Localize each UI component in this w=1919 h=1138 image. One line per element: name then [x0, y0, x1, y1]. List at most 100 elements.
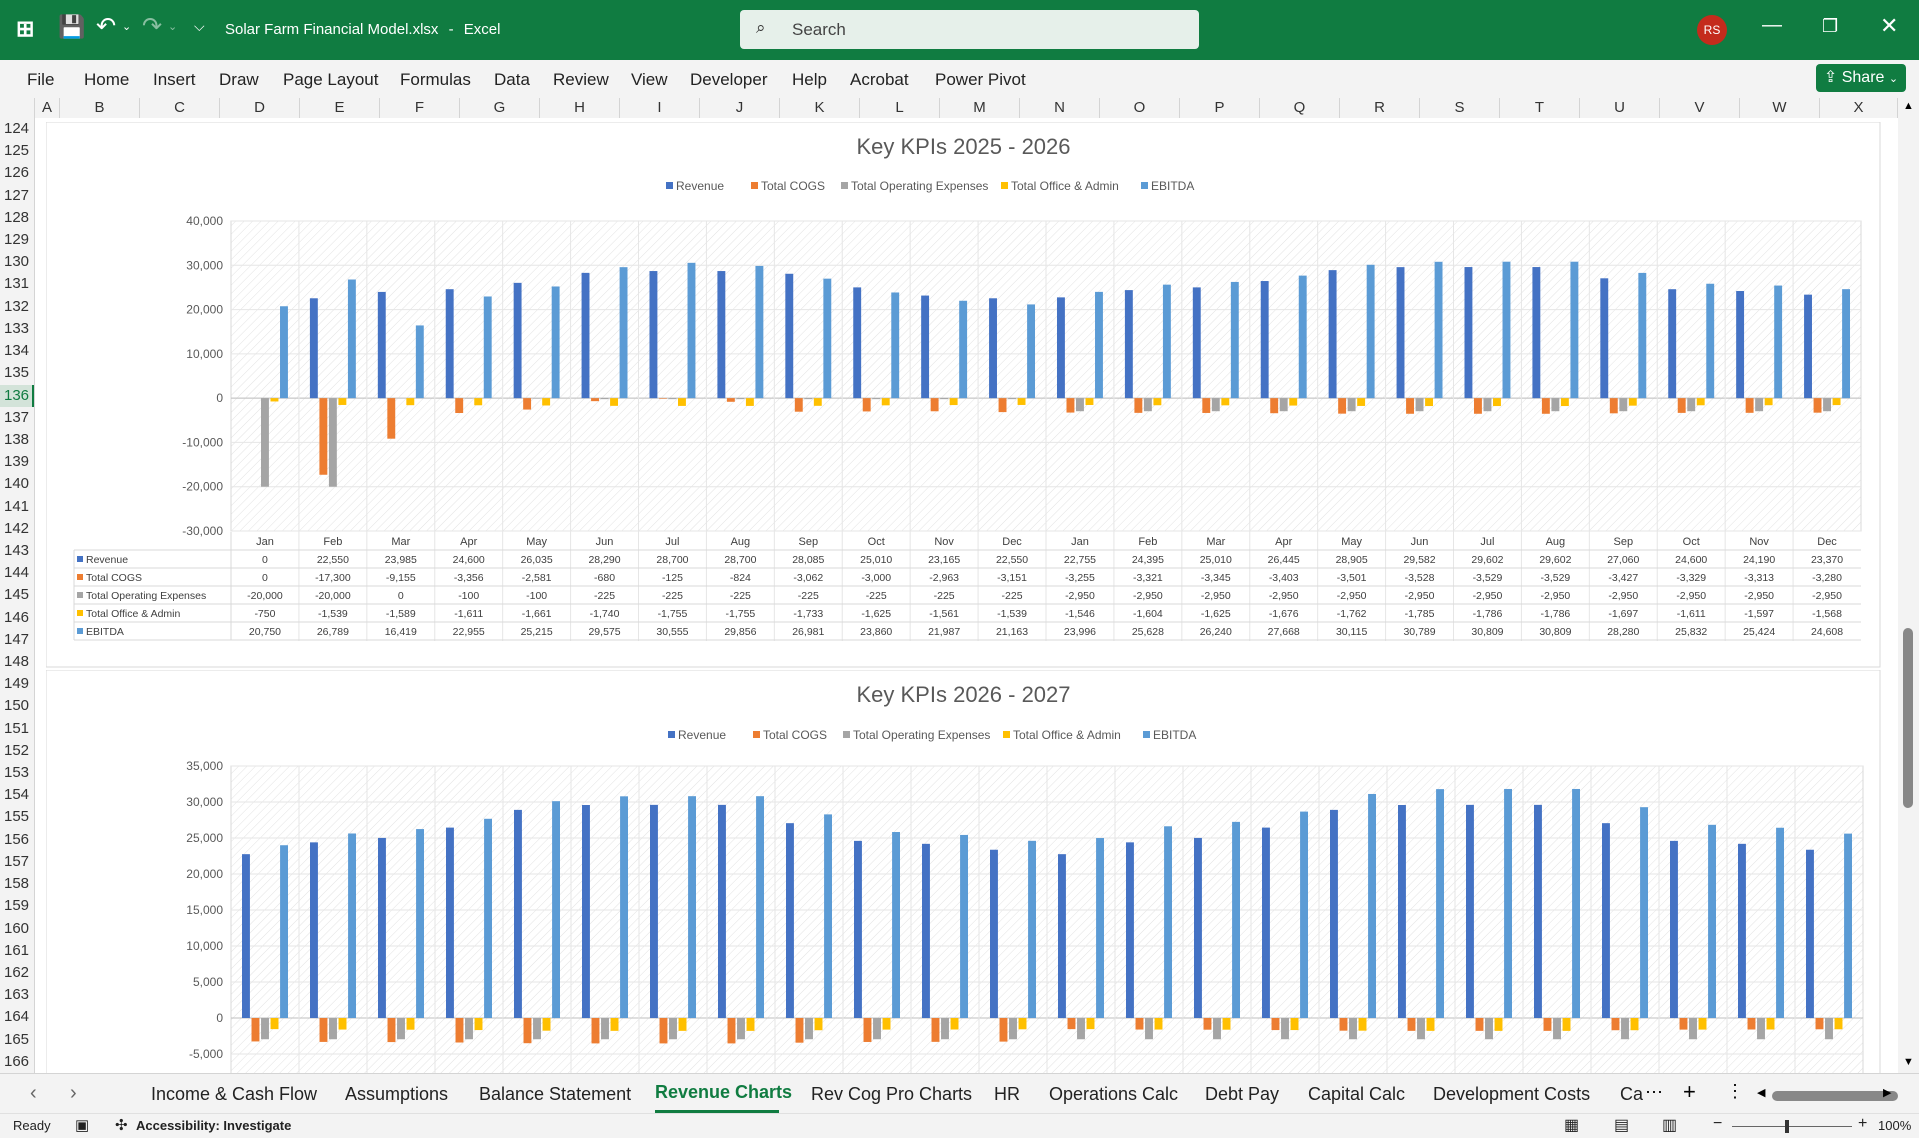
bar-revenue[interactable]	[854, 841, 862, 1018]
bar-total-office-admin[interactable]	[1087, 1018, 1095, 1029]
bar-total-office-admin[interactable]	[406, 398, 414, 405]
bar-total-operating-expenses[interactable]	[1008, 398, 1016, 399]
bar-total-operating-expenses[interactable]	[1485, 1018, 1493, 1039]
page-break-view-icon[interactable]: ▥	[1662, 1115, 1677, 1135]
row-header[interactable]: 158	[0, 873, 34, 895]
bar-total-office-admin[interactable]	[1563, 1018, 1571, 1031]
column-header[interactable]: X	[1820, 98, 1898, 118]
bar-ebitda[interactable]	[552, 286, 560, 398]
bar-revenue[interactable]	[1738, 844, 1746, 1018]
avatar[interactable]: RS	[1697, 15, 1727, 45]
bar-ebitda[interactable]	[1027, 304, 1035, 398]
bar-ebitda[interactable]	[1367, 265, 1375, 398]
add-sheet-icon[interactable]: +	[1683, 1079, 1696, 1105]
row-header[interactable]: 143	[0, 540, 34, 562]
bar-total-cogs[interactable]	[1338, 398, 1346, 414]
bar-total-office-admin[interactable]	[951, 1018, 959, 1029]
bar-total-cogs[interactable]	[252, 1018, 260, 1041]
bar-total-office-admin[interactable]	[1153, 398, 1161, 405]
bar-total-cogs[interactable]	[1544, 1018, 1552, 1031]
row-header[interactable]: 126	[0, 162, 34, 184]
bar-total-office-admin[interactable]	[542, 398, 550, 405]
bar-revenue[interactable]	[378, 292, 386, 398]
bar-ebitda[interactable]	[1844, 834, 1852, 1018]
row-header[interactable]: 161	[0, 940, 34, 962]
bar-total-operating-expenses[interactable]	[1348, 398, 1356, 411]
scroll-thumb[interactable]	[1903, 628, 1913, 808]
bar-total-office-admin[interactable]	[271, 398, 279, 401]
bar-total-operating-expenses[interactable]	[1077, 1018, 1085, 1039]
vertical-scrollbar[interactable]: ▲ ▼	[1898, 98, 1919, 1073]
bar-ebitda[interactable]	[824, 814, 832, 1018]
bar-total-operating-expenses[interactable]	[1687, 398, 1695, 411]
column-header[interactable]: O	[1100, 98, 1180, 118]
bar-revenue[interactable]	[1058, 854, 1066, 1018]
bar-revenue[interactable]	[310, 298, 318, 398]
bar-total-operating-expenses[interactable]	[1755, 398, 1763, 411]
save-icon[interactable]: 💾	[58, 14, 85, 40]
chart-key-kpis-2026-2027[interactable]: Key KPIs 2026 - 2027RevenueTotal COGSTot…	[46, 670, 1881, 1073]
bar-total-cogs[interactable]	[523, 398, 531, 409]
column-header[interactable]: Q	[1260, 98, 1340, 118]
bar-total-office-admin[interactable]	[1493, 398, 1501, 406]
bar-total-operating-expenses[interactable]	[397, 1018, 405, 1039]
menu-view[interactable]: View	[631, 70, 668, 90]
bar-total-cogs[interactable]	[728, 1018, 736, 1043]
bar-ebitda[interactable]	[1503, 262, 1511, 398]
hscroll-right-icon[interactable]: ▶	[1883, 1086, 1891, 1099]
bar-ebitda[interactable]	[1706, 284, 1714, 398]
bar-revenue[interactable]	[785, 274, 793, 398]
bar-total-cogs[interactable]	[387, 398, 395, 439]
bar-ebitda[interactable]	[1708, 825, 1716, 1018]
zoom-slider-handle[interactable]	[1785, 1120, 1789, 1133]
row-header[interactable]: 129	[0, 229, 34, 251]
bar-total-operating-expenses[interactable]	[1417, 1018, 1425, 1039]
bar-total-office-admin[interactable]	[610, 398, 618, 406]
bar-total-cogs[interactable]	[1066, 398, 1074, 412]
bar-total-cogs[interactable]	[1408, 1018, 1416, 1031]
bar-revenue[interactable]	[921, 296, 929, 399]
bar-ebitda[interactable]	[1842, 289, 1850, 398]
bar-revenue[interactable]	[1466, 805, 1474, 1018]
share-button[interactable]: ⇪ Share ⌄	[1816, 64, 1906, 92]
bar-total-office-admin[interactable]	[882, 398, 890, 405]
bar-total-cogs[interactable]	[796, 1018, 804, 1043]
bar-total-operating-expenses[interactable]	[736, 398, 744, 399]
bar-total-office-admin[interactable]	[1495, 1018, 1503, 1031]
bar-total-operating-expenses[interactable]	[1213, 1018, 1221, 1039]
column-header[interactable]: S	[1420, 98, 1500, 118]
bar-total-operating-expenses[interactable]	[669, 1018, 677, 1039]
bar-ebitda[interactable]	[1095, 292, 1103, 398]
scroll-down-icon[interactable]: ▼	[1903, 1056, 1914, 1068]
bar-ebitda[interactable]	[755, 266, 763, 398]
undo-dropdown-icon[interactable]: ⌄	[122, 20, 131, 33]
bar-total-cogs[interactable]	[864, 1018, 872, 1042]
row-header[interactable]: 145	[0, 584, 34, 606]
bar-total-operating-expenses[interactable]	[1484, 398, 1492, 411]
bar-ebitda[interactable]	[1300, 812, 1308, 1018]
row-header[interactable]: 133	[0, 318, 34, 340]
bar-total-cogs[interactable]	[1612, 1018, 1620, 1030]
menu-help[interactable]: Help	[792, 70, 827, 90]
bar-total-office-admin[interactable]	[1833, 398, 1841, 405]
bar-revenue[interactable]	[1194, 838, 1202, 1018]
bar-revenue[interactable]	[514, 810, 522, 1018]
menu-acrobat[interactable]: Acrobat	[850, 70, 909, 90]
bar-total-cogs[interactable]	[1000, 1018, 1008, 1042]
bar-total-operating-expenses[interactable]	[1416, 398, 1424, 411]
bar-total-operating-expenses[interactable]	[261, 398, 269, 487]
bar-total-office-admin[interactable]	[1018, 398, 1026, 405]
column-header[interactable]: H	[540, 98, 620, 118]
bar-total-operating-expenses[interactable]	[1619, 398, 1627, 411]
bar-total-cogs[interactable]	[1816, 1018, 1824, 1029]
bar-ebitda[interactable]	[1232, 822, 1240, 1018]
normal-view-icon[interactable]: ▦	[1564, 1115, 1579, 1135]
bar-ebitda[interactable]	[620, 267, 628, 398]
bar-total-cogs[interactable]	[659, 398, 667, 399]
minimize-icon[interactable]: —	[1762, 14, 1782, 37]
bar-revenue[interactable]	[1330, 810, 1338, 1018]
row-header[interactable]: 148	[0, 651, 34, 673]
bar-total-cogs[interactable]	[727, 398, 735, 402]
bar-total-operating-expenses[interactable]	[941, 1018, 949, 1039]
bar-total-office-admin[interactable]	[474, 398, 482, 405]
